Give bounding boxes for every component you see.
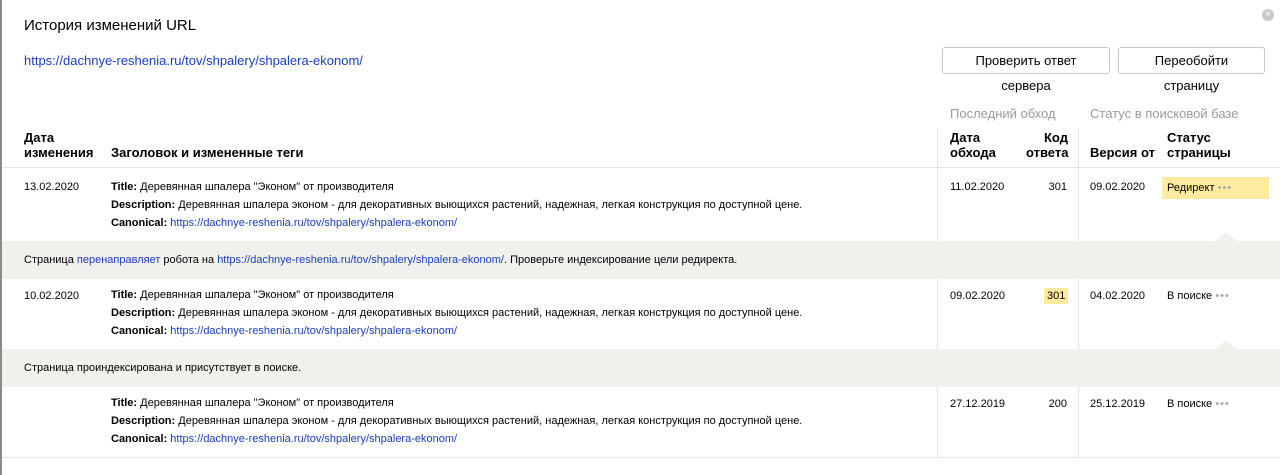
row-description-line: Description: Деревянная шпалера эконом -… — [111, 412, 802, 430]
check-server-response-button[interactable]: Проверить ответ сервера — [942, 47, 1110, 93]
row-version-from: 09.02.2020 — [1090, 181, 1146, 193]
more-icon[interactable]: ••• — [1215, 398, 1230, 410]
row-title: Деревянная шпалера "Эконом" от производи… — [140, 289, 394, 301]
column-header-response-code: Код ответа — [1026, 130, 1069, 160]
row-description-line: Description: Деревянная шпалера эконом -… — [111, 196, 802, 214]
column-header-version-from: Версия от — [1090, 145, 1155, 160]
row-description: Деревянная шпалера эконом - для декорати… — [178, 415, 803, 427]
note-pointer — [1215, 232, 1237, 241]
canonical-link[interactable]: https://dachnye-reshenia.ru/tov/shpalery… — [170, 217, 457, 229]
status-badge[interactable]: В поиске ••• — [1167, 398, 1230, 411]
group-header-last-crawl: Последний обход — [950, 106, 1056, 121]
row-canonical-line: Canonical: https://dachnye-reshenia.ru/t… — [111, 322, 802, 340]
row-version-from: 25.12.2019 — [1090, 398, 1146, 410]
description-label: Description: — [111, 415, 176, 427]
redirect-note: Страница перенаправляет робота на https:… — [2, 241, 1280, 279]
redirect-link[interactable]: перенаправляет — [77, 254, 160, 266]
row-version-from: 04.02.2020 — [1090, 290, 1146, 302]
row-crawl-date: 27.12.2019 — [950, 398, 1006, 410]
status-badge[interactable]: В поиске ••• — [1167, 290, 1230, 303]
row-crawl-date: 09.02.2020 — [950, 290, 1006, 302]
note-text: Страница — [24, 254, 77, 266]
title-label: Title: — [111, 289, 138, 301]
column-header-title-tags: Заголовок и измененные теги — [111, 145, 304, 160]
row-title: Деревянная шпалера "Эконом" от производи… — [140, 181, 394, 193]
column-divider — [937, 387, 938, 457]
row-canonical-line: Canonical: https://dachnye-reshenia.ru/t… — [111, 214, 802, 232]
title-label: Title: — [111, 397, 138, 409]
row-description: Деревянная шпалера эконом - для декорати… — [178, 199, 803, 211]
column-header-line: изменения — [24, 145, 94, 160]
redirect-target-link[interactable]: https://dachnye-reshenia.ru/tov/shpalery… — [217, 254, 504, 266]
row-title-line: Title: Деревянная шпалера "Эконом" от пр… — [111, 286, 802, 304]
page-url-link[interactable]: https://dachnye-reshenia.ru/tov/shpalery… — [24, 53, 363, 68]
column-divider — [937, 279, 938, 349]
row-tags: Title: Деревянная шпалера "Эконом" от пр… — [111, 178, 802, 232]
header-divider — [2, 167, 1280, 168]
column-divider — [1078, 387, 1079, 457]
row-response-code: 301 — [1044, 288, 1069, 304]
note-pointer — [1215, 340, 1237, 349]
row-title-line: Title: Деревянная шпалера "Эконом" от пр… — [111, 394, 802, 412]
column-header-change-date: Дата изменения — [24, 130, 94, 160]
status-label: В поиске — [1167, 398, 1213, 410]
column-header-crawl-date: Дата обхода — [950, 130, 996, 160]
row-title-line: Title: Деревянная шпалера "Эконом" от пр… — [111, 178, 802, 196]
row-response-code: 200 — [1048, 398, 1067, 410]
status-badge[interactable]: Редирект ••• — [1162, 177, 1269, 199]
group-header-search-status: Статус в поисковой базе — [1090, 106, 1239, 121]
row-description-line: Description: Деревянная шпалера эконом -… — [111, 304, 802, 322]
dialog-title: История изменений URL — [24, 17, 197, 34]
canonical-label: Canonical: — [111, 433, 168, 445]
note-text: . Проверьте индексирование цели редирект… — [503, 254, 738, 266]
column-divider — [937, 128, 938, 241]
recrawl-page-button[interactable]: Переобойти страницу — [1118, 47, 1265, 93]
status-label: В поиске — [1167, 290, 1213, 302]
row-crawl-date: 11.02.2020 — [950, 181, 1005, 193]
description-label: Description: — [111, 307, 176, 319]
column-header-page-status: Статус страницы — [1167, 130, 1231, 160]
row-tags: Title: Деревянная шпалера "Эконом" от пр… — [111, 394, 802, 448]
column-header-line: Дата — [950, 130, 981, 145]
column-divider — [1078, 128, 1079, 241]
more-icon[interactable]: ••• — [1215, 290, 1230, 302]
status-label: Редирект — [1167, 182, 1215, 194]
close-icon[interactable]: × — [1262, 9, 1274, 21]
row-description: Деревянная шпалера эконом - для декорати… — [178, 307, 803, 319]
indexed-note: Страница проиндексирована и присутствует… — [2, 349, 1280, 387]
note-text: робота на — [160, 254, 218, 266]
column-header-line: Код — [1044, 130, 1068, 145]
url-history-dialog: × История изменений URL https://dachnye-… — [0, 0, 1280, 475]
column-header-line: ответа — [1026, 145, 1069, 160]
column-header-line: страницы — [1167, 145, 1231, 160]
canonical-label: Canonical: — [111, 325, 168, 337]
row-canonical-line: Canonical: https://dachnye-reshenia.ru/t… — [111, 430, 802, 448]
column-divider — [1078, 279, 1079, 349]
column-header-line: Статус — [1167, 130, 1211, 145]
row-tags: Title: Деревянная шпалера "Эконом" от пр… — [111, 286, 802, 340]
canonical-link[interactable]: https://dachnye-reshenia.ru/tov/shpalery… — [170, 433, 457, 445]
column-header-line: обхода — [950, 145, 996, 160]
row-title: Деревянная шпалера "Эконом" от производи… — [140, 397, 394, 409]
table-bottom-divider — [2, 457, 1280, 458]
more-icon[interactable]: ••• — [1218, 182, 1233, 194]
row-change-date: 13.02.2020 — [24, 181, 80, 193]
row-change-date: 10.02.2020 — [24, 290, 80, 302]
row-response-code: 301 — [1048, 181, 1067, 193]
canonical-label: Canonical: — [111, 217, 168, 229]
column-header-line: Дата — [24, 130, 55, 145]
canonical-link[interactable]: https://dachnye-reshenia.ru/tov/shpalery… — [170, 325, 457, 337]
description-label: Description: — [111, 199, 176, 211]
title-label: Title: — [111, 181, 138, 193]
